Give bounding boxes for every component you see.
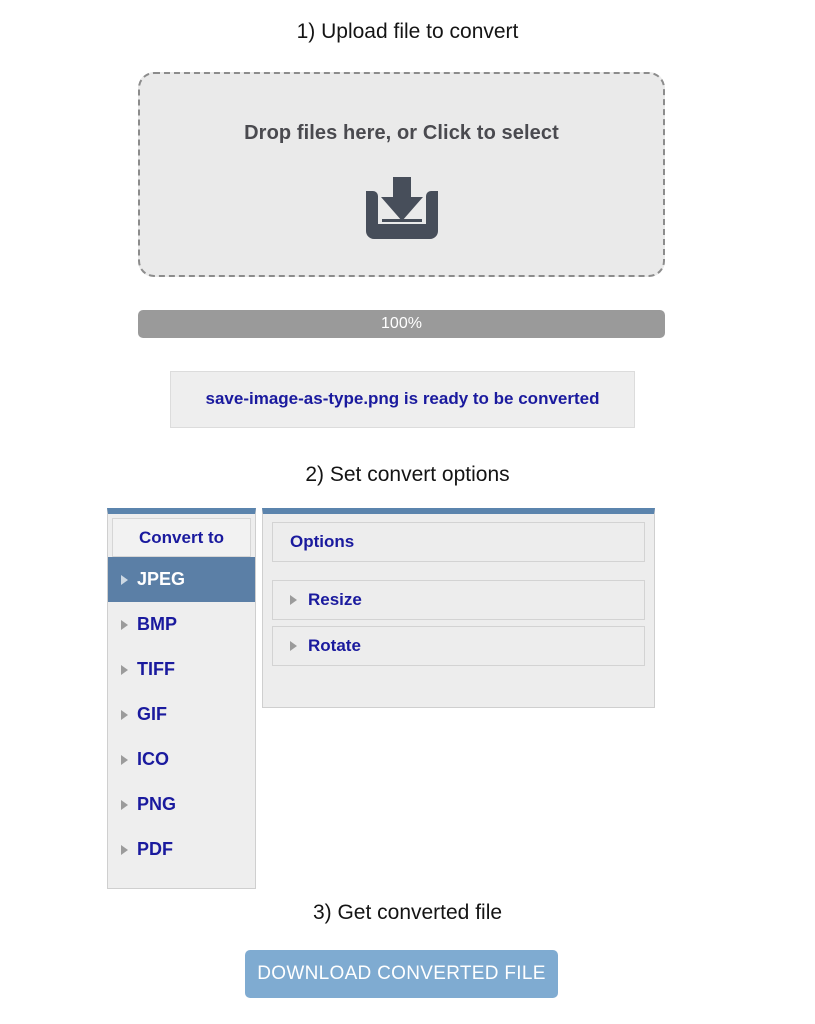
format-item-png[interactable]: PNG bbox=[108, 782, 255, 827]
dropzone-label: Drop files here, or Click to select bbox=[244, 122, 559, 144]
step-3-heading: 3) Get converted file bbox=[312, 901, 503, 924]
chevron-right-icon bbox=[290, 595, 297, 605]
options-header-label: Options bbox=[290, 532, 355, 551]
step-2-heading: 2) Set convert options bbox=[305, 463, 510, 486]
chevron-right-icon bbox=[290, 641, 297, 651]
format-item-jpeg[interactable]: JPEG bbox=[108, 557, 255, 602]
chevron-right-icon bbox=[121, 754, 128, 765]
format-label: BMP bbox=[137, 614, 177, 634]
download-converted-file-button[interactable]: DOWNLOAD CONVERTED FILE bbox=[245, 950, 558, 998]
option-resize[interactable]: Resize bbox=[272, 580, 645, 620]
option-rotate[interactable]: Rotate bbox=[272, 626, 645, 666]
format-label: TIFF bbox=[137, 659, 175, 679]
format-item-bmp[interactable]: BMP bbox=[108, 602, 255, 647]
chevron-right-icon bbox=[121, 709, 128, 720]
chevron-right-icon bbox=[121, 619, 128, 630]
format-item-pdf[interactable]: PDF bbox=[108, 827, 255, 872]
format-item-ico[interactable]: ICO bbox=[108, 737, 255, 782]
format-label: GIF bbox=[137, 704, 167, 724]
chevron-right-icon bbox=[121, 664, 128, 675]
format-label: PNG bbox=[137, 794, 177, 814]
format-item-tiff[interactable]: TIFF bbox=[108, 647, 255, 692]
convert-to-sidebar: Convert to JPEG BMP TIFF GIF ICO PNG PDF bbox=[107, 508, 256, 889]
options-header: Options bbox=[272, 522, 645, 562]
upload-progress-bar: 100% bbox=[138, 310, 665, 338]
download-tray-icon bbox=[360, 177, 444, 239]
status-message-text: save-image-as-type.png is ready to be co… bbox=[205, 389, 600, 409]
upload-progress-label: 100% bbox=[381, 315, 422, 332]
step-1-heading: 1) Upload file to convert bbox=[296, 20, 519, 43]
file-dropzone[interactable]: Drop files here, or Click to select bbox=[138, 72, 665, 277]
format-item-gif[interactable]: GIF bbox=[108, 692, 255, 737]
format-label: JPEG bbox=[137, 569, 186, 589]
options-panel: Options Resize Rotate bbox=[262, 508, 655, 708]
chevron-right-icon bbox=[121, 574, 128, 585]
convert-to-header: Convert to bbox=[112, 518, 251, 557]
status-message-box: save-image-as-type.png is ready to be co… bbox=[170, 371, 635, 428]
format-label: ICO bbox=[137, 749, 170, 769]
option-label: Resize bbox=[308, 590, 362, 609]
chevron-right-icon bbox=[121, 799, 128, 810]
chevron-right-icon bbox=[121, 844, 128, 855]
format-label: PDF bbox=[137, 839, 173, 859]
option-label: Rotate bbox=[308, 636, 361, 655]
